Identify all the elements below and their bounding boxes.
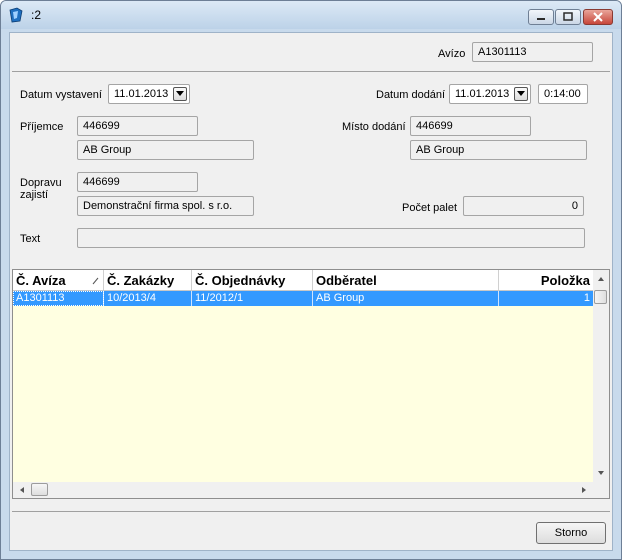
table-header: Č. Avíza Č. Zakázky Č. Objednávky Odběra… (13, 270, 593, 291)
storno-button[interactable]: Storno (536, 522, 606, 544)
misto-dodani-name-field[interactable]: AB Group (410, 140, 587, 160)
horizontal-scrollbar[interactable] (13, 482, 593, 498)
horizontal-scroll-thumb[interactable] (31, 483, 48, 496)
minimize-button[interactable] (528, 9, 554, 25)
scrollbar-corner (593, 482, 609, 498)
title-bar[interactable]: :2 (1, 1, 621, 29)
dopravu-label: Dopravu (20, 177, 62, 189)
misto-dodani-label: Místo dodání (342, 121, 406, 133)
maximize-button[interactable] (555, 9, 581, 25)
scroll-right-icon[interactable] (577, 482, 591, 498)
close-button[interactable] (583, 9, 613, 25)
cell-cislo-zakazky[interactable]: 10/2013/4 (104, 291, 192, 306)
vertical-scroll-thumb[interactable] (594, 290, 607, 304)
divider (12, 511, 610, 512)
prijemce-code-field[interactable]: 446699 (77, 116, 198, 136)
datum-vystaveni-dropdown[interactable] (173, 87, 187, 101)
cell-polozka[interactable]: 1 (499, 291, 593, 306)
misto-dodani-code-field[interactable]: 446699 (410, 116, 531, 136)
pocet-palet-label: Počet palet (402, 202, 458, 214)
datum-dodani-label: Datum dodání (376, 89, 446, 101)
main-window: :2 Avízo A1301113 Datum vystavení 11.01.… (0, 0, 622, 560)
cell-odberatel[interactable]: AB Group (313, 291, 499, 306)
column-header-polozka[interactable]: Položka (499, 270, 593, 290)
minimize-icon (537, 18, 545, 20)
vertical-scrollbar[interactable] (593, 270, 609, 482)
prijemce-name-field[interactable]: AB Group (77, 140, 254, 160)
window-title: :2 (31, 8, 42, 22)
column-header-cislo-zakazky[interactable]: Č. Zakázky (104, 270, 192, 290)
app-icon (9, 7, 23, 23)
scroll-down-icon[interactable] (593, 466, 609, 480)
datum-dodani-dropdown[interactable] (514, 87, 528, 101)
table-row[interactable]: A1301113 10/2013/4 11/2012/1 AB Group 1 (13, 291, 593, 306)
cas-dodani-field[interactable]: 0:14:00 (538, 84, 588, 104)
aviso-label: Avízo (438, 48, 466, 60)
dopravu-code-field[interactable]: 446699 (77, 172, 198, 192)
avizo-table: Č. Avíza Č. Zakázky Č. Objednávky Odběra… (12, 269, 610, 499)
maximize-icon (563, 12, 573, 21)
chevron-down-icon (517, 91, 525, 96)
aviso-field[interactable]: A1301113 (472, 42, 593, 62)
divider (12, 71, 610, 72)
column-header-cislo-objednavky[interactable]: Č. Objednávky (192, 270, 313, 290)
sort-indicator-icon (92, 277, 99, 285)
scroll-up-icon[interactable] (593, 272, 609, 286)
text-label: Text (20, 233, 41, 245)
datum-vystaveni-label: Datum vystavení (20, 89, 102, 101)
zajisti-label: zajistí (20, 189, 49, 201)
pocet-palet-field[interactable]: 0 (463, 196, 584, 216)
scroll-left-icon[interactable] (15, 482, 29, 498)
column-header-cislo-aviza[interactable]: Č. Avíza (13, 270, 104, 290)
dopravu-name-field[interactable]: Demonstrační firma spol. s r.o. (77, 196, 254, 216)
cell-cislo-aviza[interactable]: A1301113 (13, 291, 104, 306)
text-field[interactable] (77, 228, 585, 248)
close-icon (593, 12, 603, 22)
prijemce-label: Příjemce (20, 121, 64, 133)
cell-cislo-objednavky[interactable]: 11/2012/1 (192, 291, 313, 306)
datum-dodani-value: 11.01.2013 (455, 88, 510, 100)
chevron-down-icon (176, 91, 184, 96)
column-header-odberatel[interactable]: Odběratel (313, 270, 499, 290)
datum-vystaveni-value: 11.01.2013 (114, 88, 169, 100)
